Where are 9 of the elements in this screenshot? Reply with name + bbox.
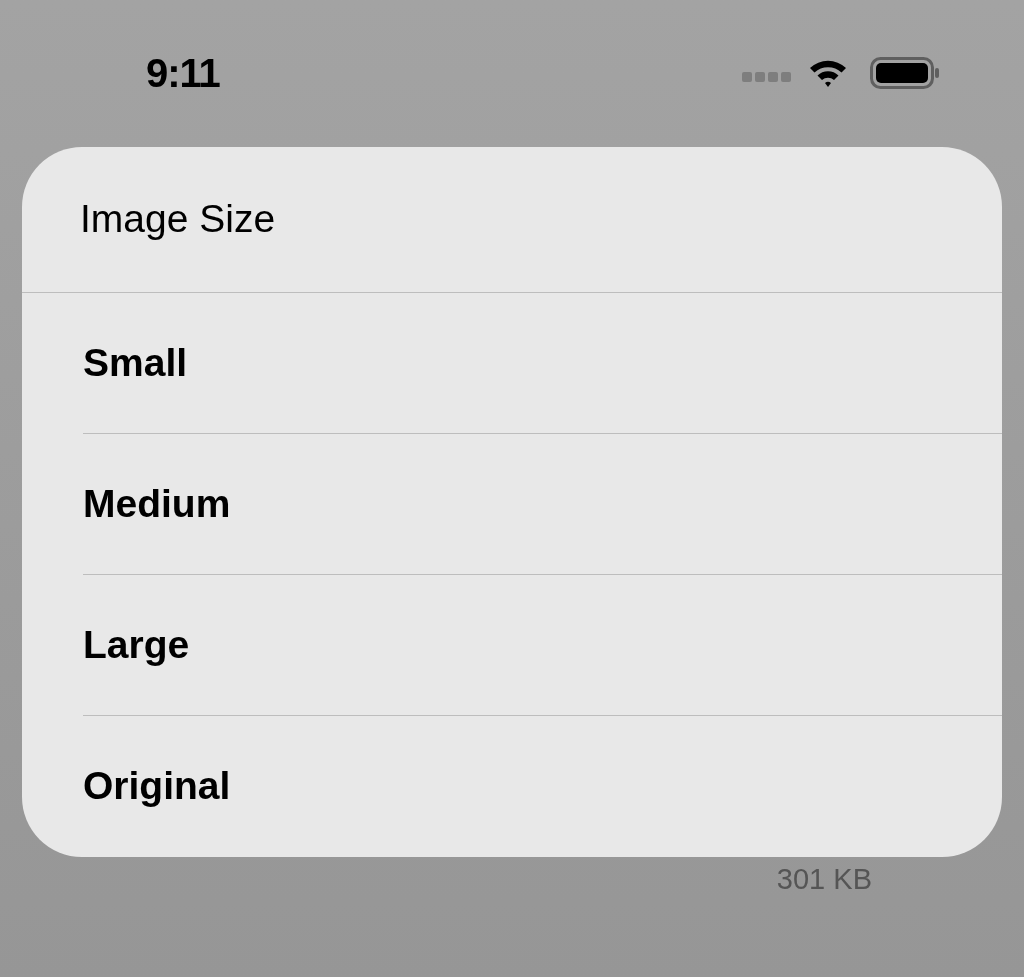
- file-size-label: 301 KB: [776, 862, 872, 897]
- signal-icon: [742, 71, 794, 82]
- status-time: 9:11: [146, 49, 220, 97]
- size-option[interactable]: Medium: [83, 434, 1002, 575]
- sheet-title: Image Size: [80, 196, 276, 243]
- size-option[interactable]: Original: [83, 716, 1002, 857]
- battery-icon: [870, 56, 940, 89]
- size-option[interactable]: Large: [83, 575, 1002, 716]
- size-option[interactable]: Small: [83, 293, 1002, 434]
